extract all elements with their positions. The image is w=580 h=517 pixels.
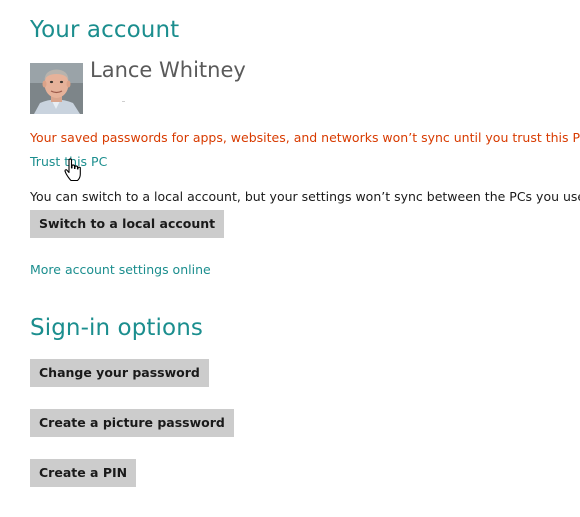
user-photo (30, 63, 83, 114)
sync-warning-text: Your saved passwords for apps, websites,… (30, 130, 580, 145)
account-settings-page: Your account Lance Whitney Your saved pa… (0, 0, 580, 517)
change-password-button[interactable]: Change your password (30, 359, 209, 387)
user-email-placeholder (122, 101, 125, 102)
more-account-settings-link[interactable]: More account settings online (30, 262, 211, 277)
create-picture-password-button[interactable]: Create a picture password (30, 409, 234, 437)
create-pin-button[interactable]: Create a PIN (30, 459, 137, 487)
hand-pointer-icon (64, 158, 81, 182)
user-name: Lance Whitney (90, 58, 246, 82)
switch-to-local-account-button[interactable]: Switch to a local account (30, 210, 225, 238)
sign-in-options-title: Sign-in options (30, 315, 203, 341)
avatar (30, 63, 83, 114)
switch-account-info: You can switch to a local account, but y… (30, 189, 580, 204)
your-account-title: Your account (30, 17, 180, 43)
